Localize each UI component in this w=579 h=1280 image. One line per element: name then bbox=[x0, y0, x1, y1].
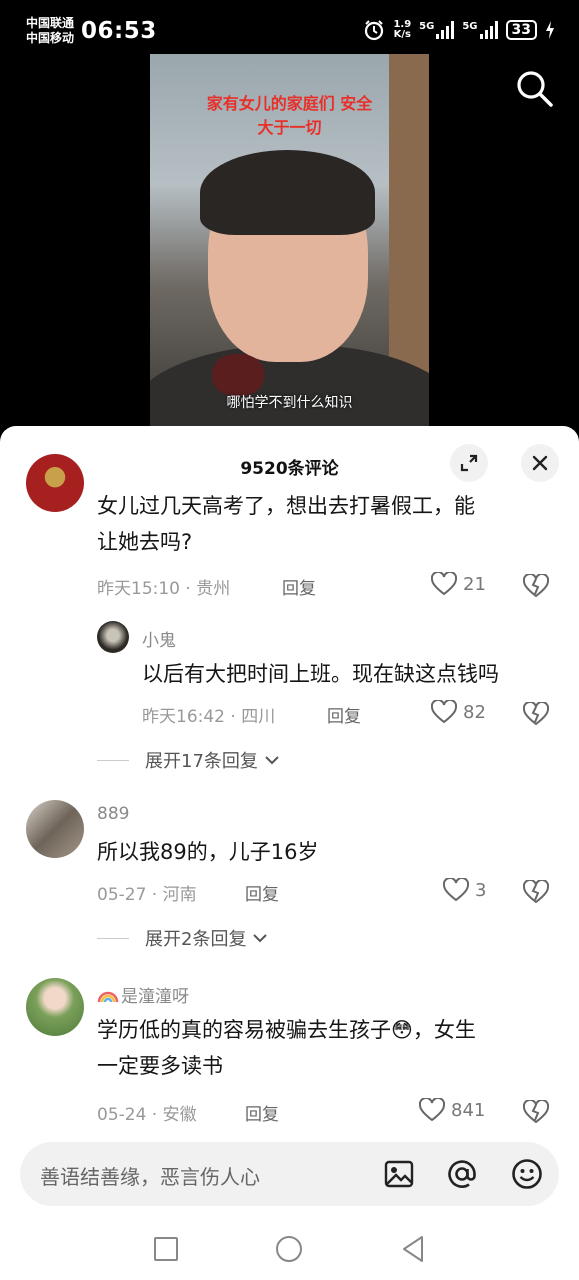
search-icon[interactable] bbox=[512, 66, 556, 110]
comment-meta: 05-24 · 安徽 bbox=[97, 1105, 197, 1125]
signal-1: 5G bbox=[419, 21, 455, 39]
expand-icon bbox=[460, 454, 478, 472]
signal-2: 5G bbox=[462, 21, 498, 39]
like-button[interactable]: 82 bbox=[431, 700, 486, 724]
video-caption-title: 家有女儿的家庭们 安全 大于一切 bbox=[206, 94, 373, 137]
broken-heart-icon[interactable] bbox=[523, 1100, 549, 1124]
broken-heart-icon[interactable] bbox=[523, 702, 549, 726]
like-count: 841 bbox=[451, 1099, 486, 1121]
home-button[interactable] bbox=[274, 1234, 304, 1264]
comment-meta: 05-27 · 河南 bbox=[97, 885, 197, 905]
comment-author: 是潼潼呀 bbox=[97, 982, 189, 1007]
video-subtitle: 哪怕学不到什么知识 bbox=[226, 395, 353, 411]
like-count: 3 bbox=[475, 879, 487, 901]
avatar[interactable] bbox=[97, 621, 129, 653]
reply-button[interactable]: 回复 bbox=[282, 574, 316, 599]
system-nav-bar bbox=[0, 1216, 579, 1280]
like-count: 82 bbox=[463, 701, 486, 723]
status-bar: 中国联通 中国移动 06:53 1.9 K/s 5G 5G 33 bbox=[0, 0, 579, 56]
video-player[interactable]: 家有女儿的家庭们 安全 大于一切 哪怕学不到什么知识 bbox=[150, 54, 429, 426]
heart-icon bbox=[431, 572, 457, 596]
heart-icon bbox=[431, 700, 457, 724]
comment-text: 所以我89的，儿子16岁 bbox=[97, 840, 319, 864]
comment-text: 女儿过几天高考了，想出去打暑假工，能 让她去吗? bbox=[97, 494, 475, 554]
carrier-info: 中国联通 中国移动 bbox=[26, 16, 74, 46]
comments-panel: 9520条评论 女儿过几天高考了，想出去打暑假工，能 让她去吗? 昨天15:10… bbox=[0, 426, 579, 1280]
network-speed: 1.9 K/s bbox=[393, 19, 412, 40]
close-icon bbox=[532, 455, 548, 471]
comment-input-placeholder: 善语结善缘，恶言伤人心 bbox=[40, 1165, 260, 1189]
signal-bars-icon bbox=[436, 21, 455, 39]
avatar[interactable] bbox=[26, 454, 84, 512]
recent-apps-button[interactable] bbox=[151, 1234, 181, 1264]
avatar[interactable] bbox=[26, 978, 84, 1036]
chevron-down-icon bbox=[253, 934, 268, 943]
video-person-hair bbox=[200, 150, 375, 235]
signal-bars-icon bbox=[479, 21, 498, 39]
reply-text: 以后有大把时间上班。现在缺这点钱吗 bbox=[142, 662, 499, 686]
comment-author: 889 bbox=[97, 804, 130, 824]
carrier-1: 中国联通 bbox=[26, 16, 75, 30]
flushed-emoji: 😳 bbox=[391, 1018, 413, 1042]
charging-icon bbox=[546, 21, 554, 39]
like-button[interactable]: 21 bbox=[431, 572, 486, 596]
comment-input-bar[interactable]: 善语结善缘，恶言伤人心 bbox=[20, 1142, 559, 1206]
comment-meta: 昨天15:10 · 贵州 bbox=[97, 579, 231, 599]
at-icon[interactable] bbox=[445, 1157, 479, 1191]
reply-button[interactable]: 回复 bbox=[327, 702, 361, 727]
image-icon[interactable] bbox=[382, 1157, 416, 1191]
like-button[interactable]: 3 bbox=[443, 878, 486, 902]
heart-icon bbox=[419, 1098, 445, 1122]
expand-replies-button[interactable]: 展开2条回复 bbox=[97, 925, 268, 951]
carrier-2: 中国移动 bbox=[26, 31, 75, 45]
emoji-icon[interactable] bbox=[510, 1157, 544, 1191]
like-button[interactable]: 841 bbox=[419, 1098, 485, 1122]
battery-indicator: 33 bbox=[505, 20, 537, 40]
alarm-icon bbox=[365, 20, 384, 41]
video-person-mouth bbox=[212, 354, 264, 396]
comments-count-title: 9520条评论 bbox=[240, 459, 339, 479]
reply-button[interactable]: 回复 bbox=[245, 1100, 279, 1125]
chevron-down-icon bbox=[265, 756, 279, 765]
expand-replies-button[interactable]: 展开17条回复 bbox=[97, 747, 280, 773]
system-icons: 1.9 K/s 5G 5G 33 bbox=[363, 19, 555, 41]
like-count: 21 bbox=[463, 573, 486, 595]
comment-text: 学历低的真的容易被骗去生孩子😳，女生 一定要多读书 bbox=[97, 1018, 476, 1078]
status-time: 06:53 bbox=[81, 18, 157, 44]
reply-button[interactable]: 回复 bbox=[245, 880, 279, 905]
avatar[interactable] bbox=[26, 800, 84, 858]
expand-button[interactable] bbox=[450, 444, 488, 482]
reply-author: 小鬼 bbox=[142, 631, 176, 651]
broken-heart-icon[interactable] bbox=[523, 574, 549, 598]
broken-heart-icon[interactable] bbox=[523, 880, 549, 904]
back-button[interactable] bbox=[398, 1234, 428, 1264]
close-button[interactable] bbox=[521, 444, 559, 482]
heart-icon bbox=[443, 878, 469, 902]
rainbow-icon bbox=[97, 991, 119, 1002]
reply-meta: 昨天16:42 · 四川 bbox=[142, 707, 276, 727]
